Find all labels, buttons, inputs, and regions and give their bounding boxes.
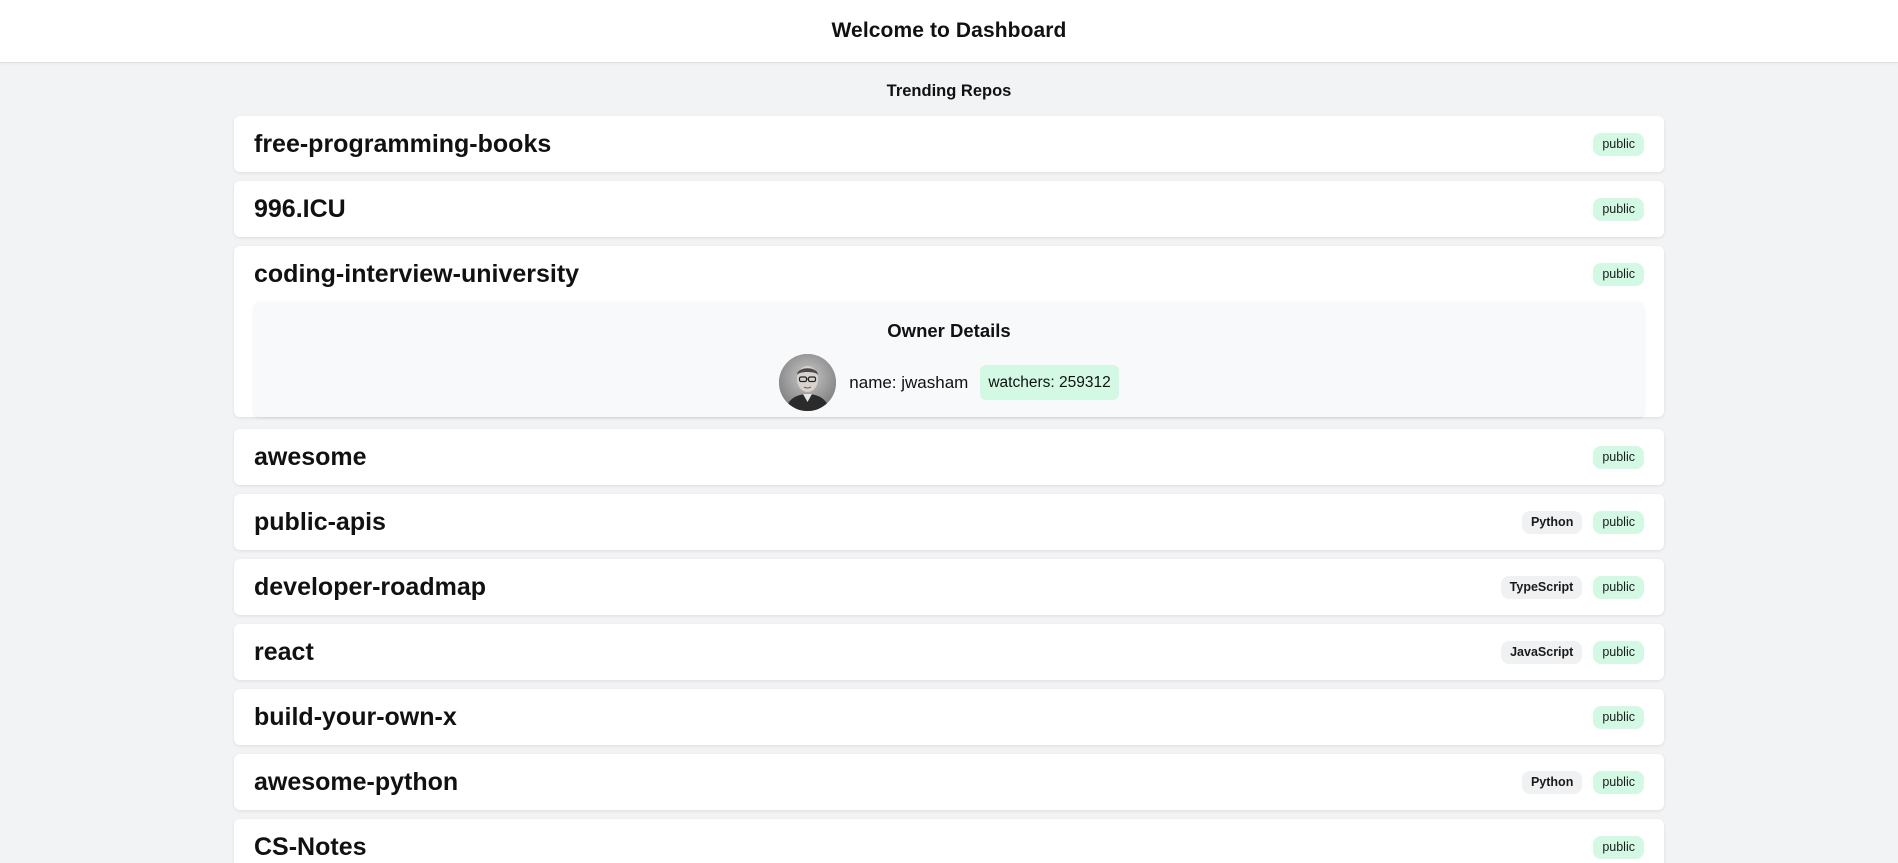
visibility-badge: public (1593, 640, 1644, 664)
page-title: Welcome to Dashboard (831, 19, 1067, 42)
language-badge: Python (1521, 510, 1583, 534)
repo-card[interactable]: react JavaScript public (234, 624, 1664, 680)
owner-details-panel: Owner Details name: jwasham watchers: 25… (254, 302, 1644, 417)
avatar (779, 354, 837, 411)
visibility-badge: public (1593, 132, 1644, 156)
owner-name: name: jwasham (849, 372, 969, 392)
repo-name[interactable]: public-apis (254, 508, 386, 537)
language-badge: TypeScript (1500, 575, 1583, 599)
repo-name[interactable]: free-programming-books (254, 130, 551, 159)
visibility-badge: public (1593, 770, 1644, 794)
avatar-photo-icon (779, 354, 837, 411)
visibility-badge: public (1593, 262, 1644, 286)
repo-card[interactable]: free-programming-books public (234, 116, 1664, 172)
visibility-badge: public (1593, 445, 1644, 469)
repo-name[interactable]: build-your-own-x (254, 703, 457, 732)
visibility-badge: public (1593, 510, 1644, 534)
repo-name[interactable]: awesome (254, 443, 367, 472)
visibility-badge: public (1593, 835, 1644, 859)
repo-name[interactable]: coding-interview-university (254, 260, 579, 289)
visibility-badge: public (1593, 197, 1644, 221)
section-title: Trending Repos (886, 82, 1012, 100)
visibility-badge: public (1593, 705, 1644, 729)
repo-name[interactable]: CS-Notes (254, 833, 367, 862)
repo-card[interactable]: 996.ICU public (234, 181, 1664, 237)
language-badge: Python (1521, 770, 1583, 794)
visibility-badge: public (1593, 575, 1644, 599)
repo-name[interactable]: awesome-python (254, 768, 458, 797)
repo-card[interactable]: build-your-own-x public (234, 689, 1664, 745)
language-badge: JavaScript (1501, 640, 1583, 664)
repo-card[interactable]: public-apis Python public (234, 494, 1664, 550)
repo-card[interactable]: CS-Notes public (234, 819, 1664, 863)
watchers-badge: watchers: 259312 (980, 365, 1119, 400)
top-bar: Welcome to Dashboard (0, 0, 1898, 63)
owner-details-title: Owner Details (887, 320, 1011, 341)
repo-name[interactable]: developer-roadmap (254, 573, 486, 602)
repo-card-expanded[interactable]: coding-interview-university public Owner… (234, 246, 1664, 417)
repo-card[interactable]: developer-roadmap TypeScript public (234, 559, 1664, 615)
repo-name[interactable]: 996.ICU (254, 195, 346, 224)
repo-card[interactable]: awesome-python Python public (234, 754, 1664, 810)
repo-card[interactable]: awesome public (234, 429, 1664, 485)
repo-list: free-programming-books public 996.ICU pu… (234, 116, 1664, 863)
repo-name[interactable]: react (254, 638, 314, 667)
